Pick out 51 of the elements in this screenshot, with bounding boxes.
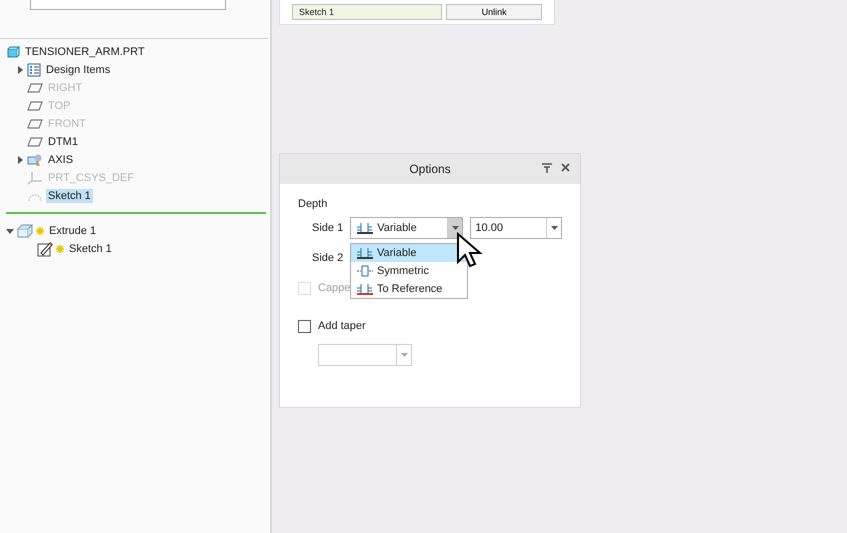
tree-row[interactable]: Sketch 1 <box>6 187 270 205</box>
tree-item: DTM1 <box>47 135 79 149</box>
depth-variable-icon <box>356 221 374 235</box>
side-label: Side 2 <box>312 252 344 264</box>
tree-item: RIGHT <box>47 81 84 95</box>
expand-icon[interactable] <box>16 66 24 74</box>
cube-icon <box>6 46 20 58</box>
extrude-icon <box>17 224 33 238</box>
expand-icon[interactable] <box>16 156 24 164</box>
pencil-icon <box>37 241 53 257</box>
tree-item: Design Items <box>45 63 112 77</box>
plane-icon <box>27 82 43 94</box>
list-icon <box>27 63 41 77</box>
collapse-icon[interactable] <box>6 227 14 235</box>
depth-symmetric-icon <box>356 264 374 278</box>
caret-icon <box>550 226 558 230</box>
unlink-button[interactable]: Unlink <box>446 4 542 20</box>
tree-item: Sketch 1 <box>46 189 93 203</box>
caret-icon <box>452 226 459 230</box>
axis-icon <box>27 153 43 167</box>
reference-field[interactable]: Sketch 1 <box>292 4 442 20</box>
tree-item: Extrude 1 <box>48 224 98 238</box>
checkbox-label: Cappe <box>318 282 350 294</box>
tree-item: FRONT <box>47 117 87 131</box>
plane-icon <box>27 100 43 112</box>
menu-item[interactable]: Variable <box>351 244 467 262</box>
tree-item: PRT_CSYS_DEF <box>47 171 135 185</box>
tree-row[interactable]: DTM1 <box>6 133 270 151</box>
checkbox-label: Add taper <box>318 320 366 332</box>
close-icon[interactable] <box>561 163 570 172</box>
checkbox[interactable] <box>298 320 311 332</box>
coordinate-system-icon <box>27 171 43 185</box>
dialog-title: Options <box>409 162 451 176</box>
plane-icon <box>27 136 43 148</box>
plane-icon <box>27 118 43 130</box>
side-label: Side 1 <box>312 222 344 234</box>
tree-item: AXIS <box>47 153 74 167</box>
tree-row[interactable]: Design Items <box>6 61 270 79</box>
depth-variable-icon <box>356 246 374 260</box>
depth-value-field[interactable]: 10.00 <box>470 217 562 239</box>
tree-item: Sketch 1 <box>68 242 113 256</box>
tree-row[interactable]: AXIS <box>6 151 270 169</box>
tree-row[interactable]: Sketch 1 <box>6 240 270 258</box>
caret-icon <box>400 353 408 357</box>
tree-row[interactable]: Extrude 1 <box>6 222 270 240</box>
section-label: Depth <box>298 198 328 210</box>
depth-type-dropdown[interactable]: Variable <box>350 217 464 239</box>
tree-root[interactable]: TENSIONER_ARM.PRT <box>23 45 147 59</box>
tree-item: TOP <box>47 99 72 113</box>
depth-reference-icon <box>356 282 374 296</box>
pin-icon[interactable] <box>541 163 553 173</box>
